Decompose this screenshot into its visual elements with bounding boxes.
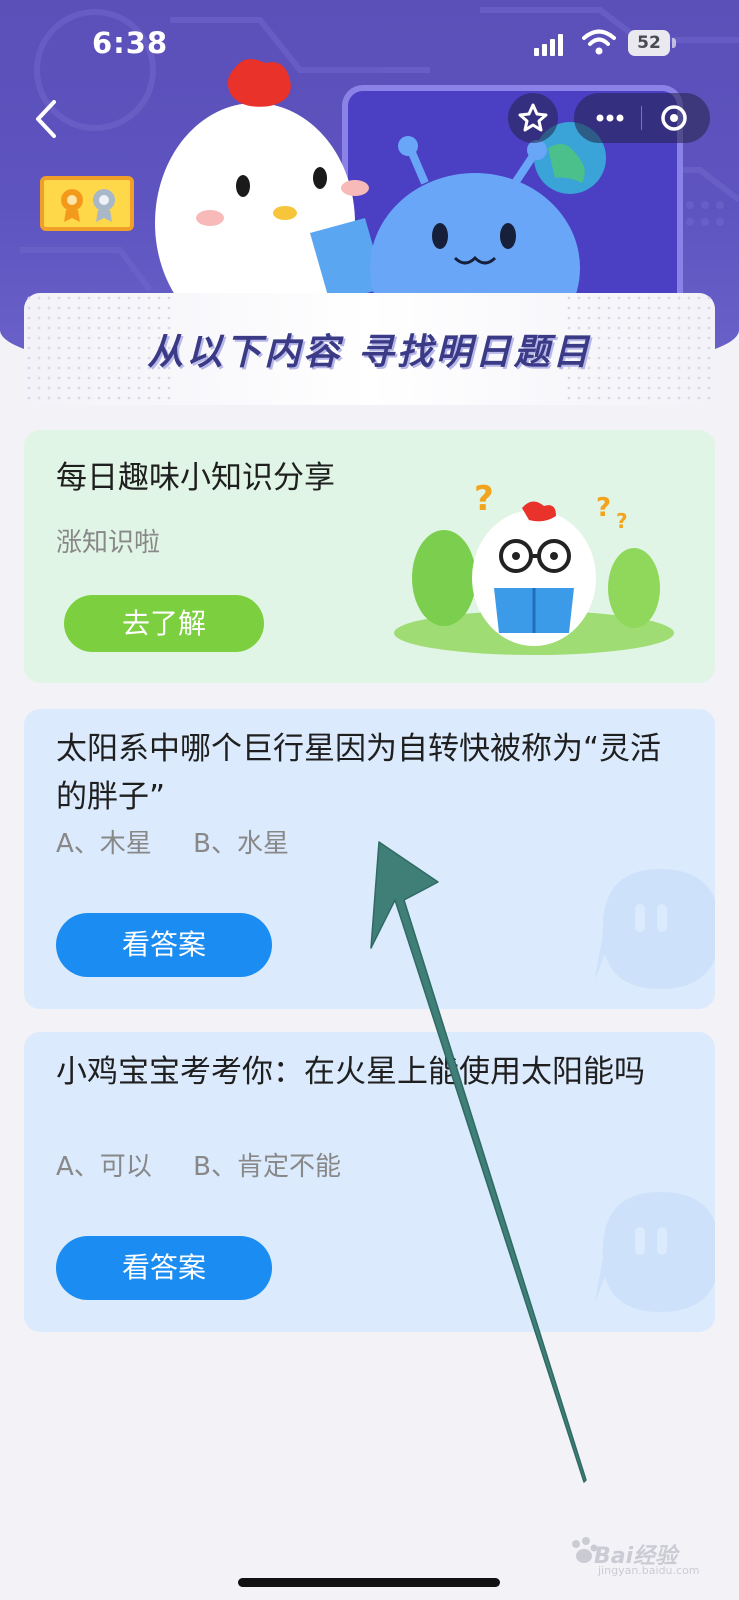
- wifi-icon: [582, 29, 616, 55]
- favorite-button[interactable]: [508, 93, 558, 143]
- question-text: 小鸡宝宝考考你：在火星上能使用太阳能吗: [56, 1054, 645, 1090]
- card-subtitle: 涨知识啦: [56, 528, 161, 558]
- medal-icon: [61, 189, 115, 222]
- knowledge-card: 每日趣味小知识分享 涨知识啦 去了解 ? ? ?: [24, 430, 715, 683]
- chat-bubble-icon: [595, 869, 715, 989]
- target-icon: [661, 105, 687, 131]
- close-miniprogram-button[interactable]: [646, 93, 702, 143]
- svg-text:?: ?: [474, 479, 494, 519]
- reading-chick-illustration: ? ? ?: [394, 479, 674, 655]
- view-answer-button[interactable]: 看答案: [56, 1236, 272, 1300]
- svg-text:?: ?: [596, 493, 611, 523]
- star-icon: [518, 103, 548, 132]
- medal-badge[interactable]: [40, 176, 134, 231]
- baidu-watermark: Bai经验 jingyan.baidu.com: [568, 1530, 718, 1580]
- question-text: 太阳系中哪个巨行星因为自转快被称为“灵活的胖子”: [56, 731, 662, 815]
- watermark-url: jingyan.baidu.com: [598, 1564, 700, 1577]
- view-answer-button[interactable]: 看答案: [56, 913, 272, 977]
- card-title: 每日趣味小知识分享: [56, 460, 335, 496]
- signal-icon: [534, 34, 563, 56]
- svg-text:?: ?: [616, 509, 628, 533]
- learn-more-button[interactable]: 去了解: [64, 595, 264, 652]
- banner-title: 从以下内容 寻找明日题目: [147, 332, 592, 373]
- battery-icon: 52: [628, 30, 676, 56]
- more-icon: [596, 114, 624, 122]
- answer-options: A、可以 B、肯定不能: [56, 1152, 341, 1182]
- chat-bubble-icon: [595, 1192, 715, 1312]
- home-indicator[interactable]: [238, 1578, 500, 1587]
- answer-options: A、木星 B、水星: [56, 829, 289, 859]
- mini-program-capsule: [574, 93, 710, 143]
- question-card: 太阳系中哪个巨行星因为自转快被称为“灵活的胖子” A、木星 B、水星 看答案: [24, 709, 715, 1009]
- back-icon[interactable]: [30, 96, 62, 142]
- banner-title-card: 从以下内容 寻找明日题目: [24, 293, 715, 405]
- status-time: 6:38: [92, 26, 169, 60]
- question-card: 小鸡宝宝考考你：在火星上能使用太阳能吗 A、可以 B、肯定不能 看答案: [24, 1032, 715, 1332]
- status-bar: 6:38 52: [0, 0, 739, 90]
- more-button[interactable]: [582, 93, 638, 143]
- battery-level: 52: [628, 30, 670, 56]
